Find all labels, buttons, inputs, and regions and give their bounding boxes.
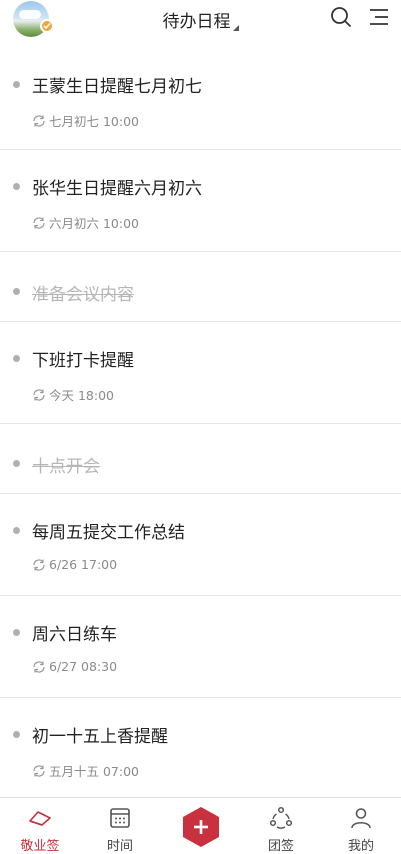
repeat-reminder-icon [33, 558, 45, 571]
todo-meta: 五月十五 07:00 [32, 761, 139, 780]
bullet-dot [13, 460, 20, 467]
todo-meta: 七月初七 10:00 [32, 111, 139, 130]
todo-title: 周六日练车 [32, 625, 117, 645]
bullet-dot [13, 288, 20, 295]
todo-time: 今天 18:00 [49, 388, 114, 403]
todo-item[interactable]: 每周五提交工作总结 6/26 17:00 [0, 494, 401, 596]
bottom-tab-bar: 敬业签 时间 团签 我的 [0, 797, 401, 854]
bullet-dot [13, 731, 20, 738]
todo-meta: 六月初六 10:00 [32, 213, 139, 232]
todo-meta: 6/26 17:00 [32, 557, 117, 572]
todo-time: 6/27 08:30 [49, 659, 118, 674]
tab-label: 敬业签 [20, 839, 60, 854]
add-icon[interactable] [181, 806, 221, 848]
todo-item[interactable]: 初一十五上香提醒 五月十五 07:00 [0, 698, 401, 800]
bullet-dot [13, 629, 20, 636]
todo-item-completed[interactable]: 准备会议内容 [0, 252, 401, 322]
todo-list: 王蒙生日提醒七月初七 七月初七 10:00 张华生日提醒六月初六 六月初六 10… [0, 48, 401, 800]
bullet-dot [13, 183, 20, 190]
repeat-reminder-icon [33, 388, 45, 401]
todo-title: 每周五提交工作总结 [32, 523, 185, 543]
search-icon[interactable] [330, 6, 352, 28]
bullet-dot [13, 81, 20, 88]
todo-time: 五月十五 07:00 [49, 764, 139, 779]
todo-item[interactable]: 下班打卡提醒 今天 18:00 [0, 322, 401, 424]
tab-time[interactable]: 时间 [80, 798, 160, 854]
todo-item[interactable]: 张华生日提醒六月初六 六月初六 10:00 [0, 150, 401, 252]
todo-title: 准备会议内容 [32, 285, 134, 305]
repeat-reminder-icon [33, 114, 45, 127]
todo-meta: 6/27 08:30 [32, 659, 117, 674]
todo-title: 王蒙生日提醒七月初七 [32, 77, 202, 97]
profile-icon [351, 808, 371, 829]
bullet-dot [13, 527, 20, 534]
todo-title: 初一十五上香提醒 [32, 727, 168, 747]
tab-label: 我的 [347, 839, 374, 854]
tab-notes[interactable]: 敬业签 [0, 798, 80, 854]
todo-item-completed[interactable]: 十点开会 [0, 424, 401, 494]
todo-item[interactable]: 王蒙生日提醒七月初七 七月初七 10:00 [0, 48, 401, 150]
todo-time: 六月初六 10:00 [49, 216, 139, 231]
menu-icon[interactable] [368, 6, 390, 28]
top-bar: 待办日程 [0, 0, 401, 40]
todo-time: 七月初七 10:00 [49, 114, 139, 129]
tab-profile[interactable]: 我的 [321, 798, 401, 854]
repeat-reminder-icon [33, 764, 45, 777]
team-icon [269, 806, 293, 829]
todo-time: 6/26 17:00 [49, 557, 118, 572]
calendar-icon [110, 808, 130, 828]
todo-title: 张华生日提醒六月初六 [32, 179, 202, 199]
note-icon [29, 811, 51, 826]
bullet-dot [13, 355, 20, 362]
repeat-reminder-icon [33, 660, 45, 673]
tab-label: 团签 [267, 839, 294, 854]
repeat-reminder-icon [33, 216, 45, 229]
todo-item[interactable]: 周六日练车 6/27 08:30 [0, 596, 401, 698]
todo-meta: 今天 18:00 [32, 385, 114, 404]
todo-title: 下班打卡提醒 [32, 351, 134, 371]
dropdown-caret-icon[interactable] [232, 25, 239, 31]
tab-team[interactable]: 团签 [241, 798, 321, 854]
todo-title: 十点开会 [32, 457, 100, 477]
page-title-text[interactable]: 待办日程 [163, 12, 231, 32]
tab-label: 时间 [106, 839, 133, 854]
